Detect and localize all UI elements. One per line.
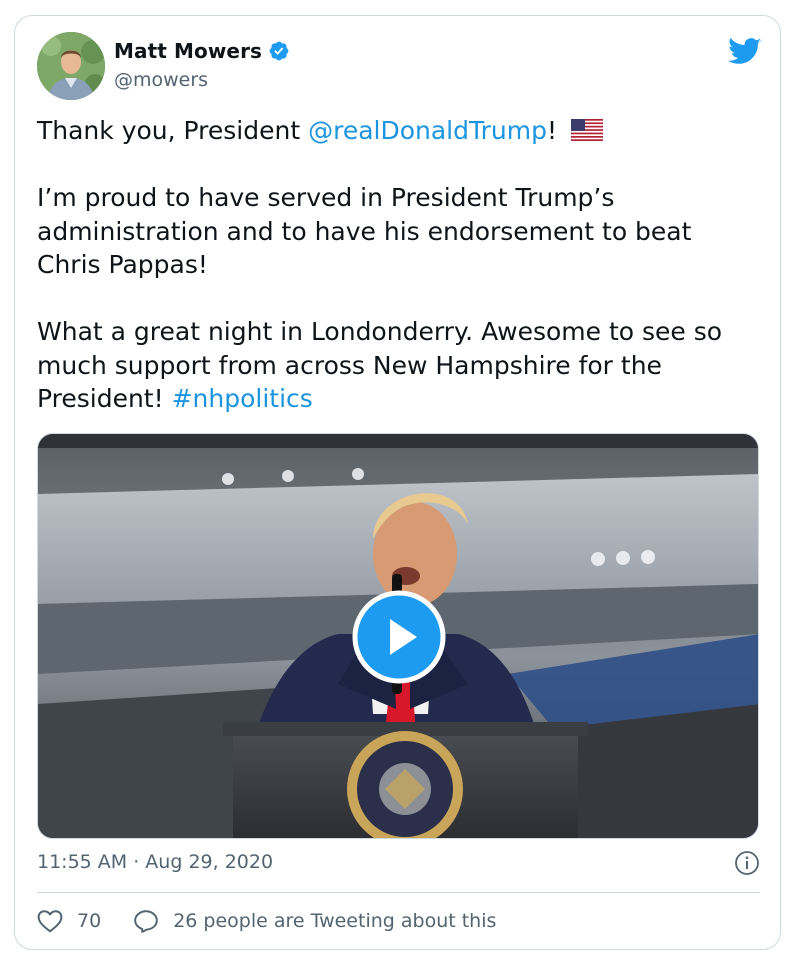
tweet-actions: 70 26 people are Tweeting about this [37, 904, 496, 938]
reply-action[interactable]: 26 people are Tweeting about this [133, 909, 496, 933]
like-action[interactable]: 70 [37, 909, 101, 933]
divider [37, 892, 760, 893]
tweet-text-prefix: Thank you, President [37, 116, 309, 145]
tweet-body: Thank you, President @realDonaldTrump! I… [37, 114, 757, 416]
video-player[interactable] [37, 433, 759, 839]
mention-link[interactable]: @realDonaldTrump [308, 116, 547, 145]
tweet-paragraph-1: Thank you, President @realDonaldTrump! [37, 114, 757, 148]
twitter-bird-icon[interactable] [728, 38, 762, 66]
tweet-timestamp[interactable]: 11:55 AM · Aug 29, 2020 [37, 851, 273, 873]
avatar-photo [37, 32, 105, 100]
verified-badge-icon [269, 41, 289, 61]
reply-bubble-icon [134, 910, 158, 933]
tweet-paragraph-2: I’m proud to have served in President Tr… [37, 183, 692, 279]
heart-icon [37, 910, 63, 933]
tweet-paragraph-3: What a great night in Londonderry. Aweso… [37, 315, 757, 416]
author-name-row[interactable]: Matt Mowers [114, 39, 290, 63]
tweet-paragraph-3-text: What a great night in Londonderry. Aweso… [37, 317, 723, 413]
us-flag-icon [570, 119, 603, 141]
tweet-text-suffix: ! [546, 116, 557, 145]
avatar[interactable] [37, 32, 105, 100]
info-icon[interactable] [734, 850, 760, 876]
author-name[interactable]: Matt Mowers [114, 39, 262, 63]
tweet-card[interactable]: Matt Mowers @mowers Thank you, President… [14, 15, 781, 950]
play-icon[interactable] [351, 589, 447, 685]
author-handle[interactable]: @mowers [114, 69, 208, 91]
hashtag-link[interactable]: #nhpolitics [172, 384, 313, 413]
like-count: 70 [77, 910, 102, 932]
reply-text: 26 people are Tweeting about this [173, 910, 497, 932]
